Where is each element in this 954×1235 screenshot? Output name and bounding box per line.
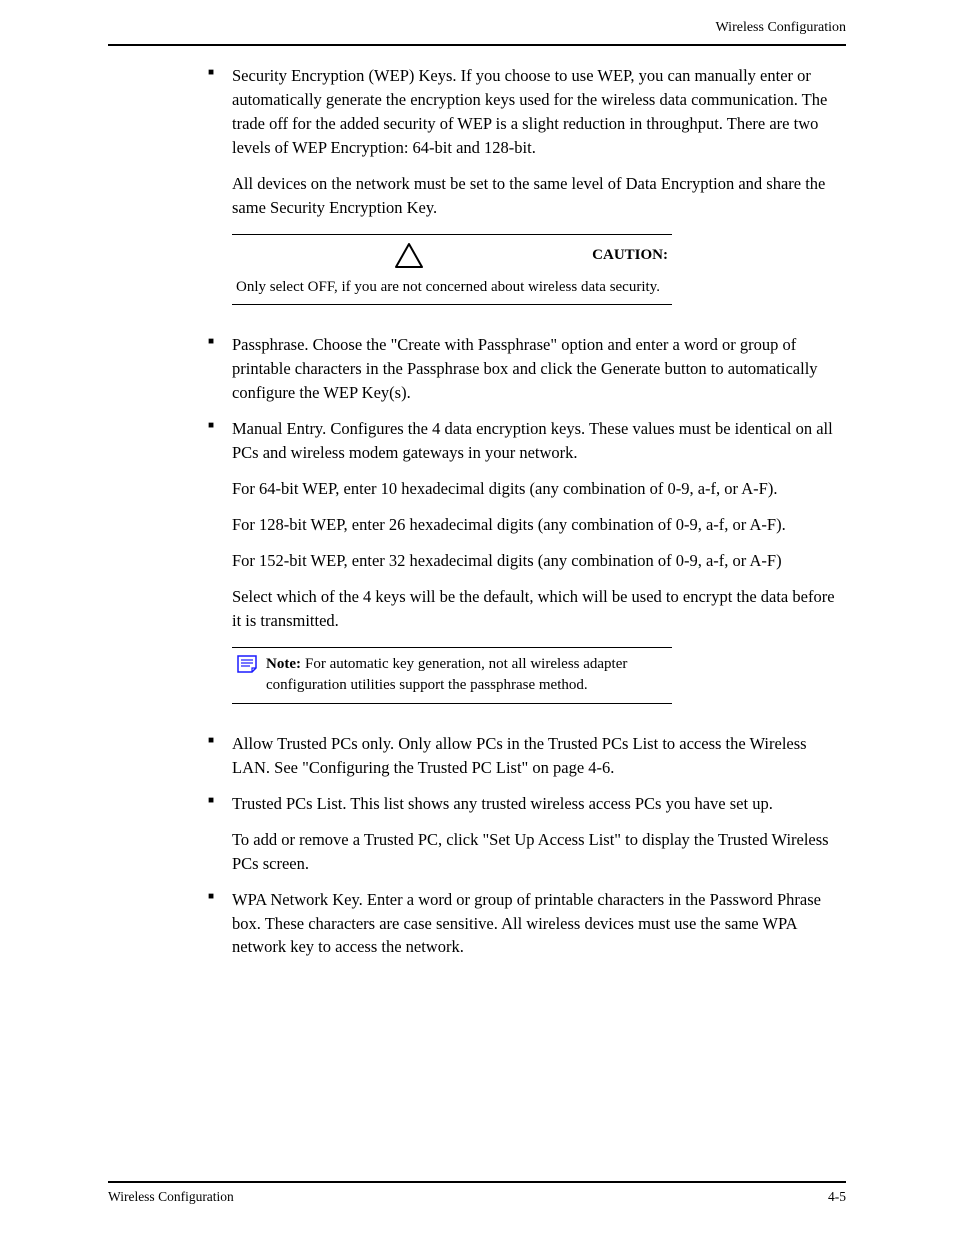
footer: Wireless Configuration 4-5 (108, 1181, 846, 1205)
footer-line: Wireless Configuration 4-5 (108, 1189, 846, 1205)
manual-default-key: Select which of the 4 keys will be the d… (208, 585, 846, 633)
caution-header: CAUTION: (236, 241, 668, 271)
bullet-wpa-key: WPA Network Key. Enter a word or group o… (208, 888, 846, 960)
note-icon (236, 654, 256, 670)
rule-bottom (108, 1181, 846, 1183)
manual-64bit: For 64-bit WEP, enter 10 hexadecimal dig… (208, 477, 846, 501)
caution-box: CAUTION: Only select OFF, if you are not… (232, 234, 672, 306)
caution-label: CAUTION: (592, 245, 668, 267)
content-area: Wireless Configuration Security Encrypti… (108, 20, 846, 1165)
page: Wireless Configuration Security Encrypti… (0, 0, 954, 1235)
bullet-allow-trusted: Allow Trusted PCs only. Only allow PCs i… (208, 732, 846, 780)
warning-triangle-icon (394, 241, 424, 271)
note-box: Note:For automatic key generation, not a… (232, 647, 672, 705)
bullet-passphrase: Passphrase. Choose the "Create with Pass… (208, 333, 846, 405)
manual-152bit: For 152-bit WEP, enter 32 hexadecimal di… (208, 549, 846, 573)
trusted-list-continuation: To add or remove a Trusted PC, click "Se… (208, 828, 846, 876)
manual-128bit: For 128-bit WEP, enter 26 hexadecimal di… (208, 513, 846, 537)
note-body: For automatic key generation, not all wi… (266, 656, 627, 694)
note-label: Note: (266, 656, 301, 672)
running-head: Wireless Configuration (108, 20, 846, 44)
wep-keys-continuation: All devices on the network must be set t… (208, 172, 846, 220)
note-text: Note:For automatic key generation, not a… (266, 654, 668, 698)
rule-top (108, 44, 846, 46)
body-text: Security Encryption (WEP) Keys. If you c… (108, 64, 846, 959)
bullet-wep-keys: Security Encryption (WEP) Keys. If you c… (208, 64, 846, 160)
caution-body: Only select OFF, if you are not concerne… (236, 277, 668, 299)
bullet-trusted-list: Trusted PCs List. This list shows any tr… (208, 792, 846, 816)
bullet-manual-entry: Manual Entry. Configures the 4 data encr… (208, 417, 846, 465)
footer-left: Wireless Configuration (108, 1189, 234, 1205)
footer-right: 4-5 (828, 1189, 846, 1205)
